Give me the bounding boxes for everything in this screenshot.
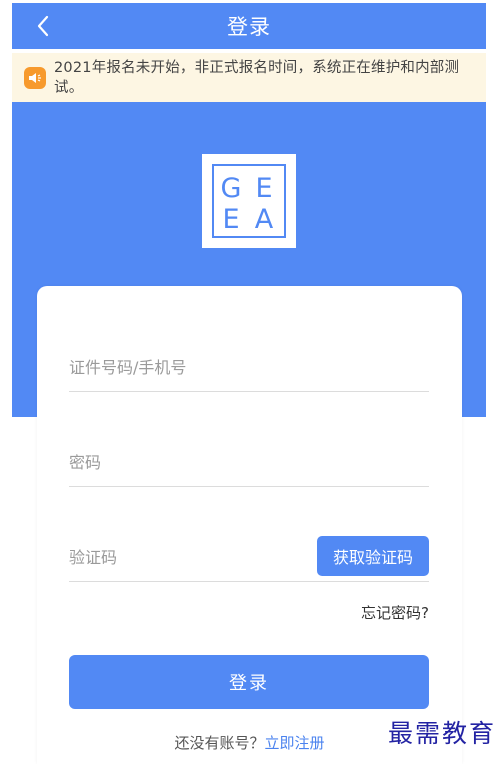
speaker-icon [24, 67, 46, 89]
logo-letter-e2: E [222, 204, 239, 235]
password-input[interactable] [69, 453, 429, 472]
login-page: 登录 2021年报名未开始，非正式报名时间，系统正在维护和内部测试。 G E E… [0, 0, 504, 764]
login-card: 获取验证码 忘记密码? 登录 还没有账号？立即注册 [37, 286, 462, 764]
notice-text: 2021年报名未开始，非正式报名时间，系统正在维护和内部测试。 [54, 60, 460, 96]
forgot-password-link[interactable]: 忘记密码? [361, 602, 429, 623]
logo-letters: G E E A [221, 173, 274, 235]
id-field [69, 344, 429, 392]
get-code-button[interactable]: 获取验证码 [317, 536, 429, 576]
logo-letter-g: G [221, 173, 242, 204]
login-button[interactable]: 登录 [69, 655, 429, 709]
id-input[interactable] [69, 358, 429, 377]
logo-frame: G E E A [212, 164, 286, 238]
register-link[interactable]: 立即注册 [265, 734, 325, 752]
watermark: 最需教育 [387, 719, 496, 748]
captcha-field: 获取验证码 [69, 534, 429, 582]
logo-letter-e1: E [255, 173, 272, 204]
password-field [69, 439, 429, 487]
chevron-left-icon [37, 15, 49, 37]
captcha-input[interactable] [69, 548, 309, 567]
notice-banner: 2021年报名未开始，非正式报名时间，系统正在维护和内部测试。 [12, 53, 486, 102]
logo-letter-a: A [255, 204, 274, 235]
top-navbar: 登录 [12, 3, 486, 49]
back-button[interactable] [28, 11, 58, 41]
page-title: 登录 [227, 15, 271, 39]
geea-logo: G E E A [202, 154, 296, 248]
no-account-text: 还没有账号？ [174, 734, 265, 752]
